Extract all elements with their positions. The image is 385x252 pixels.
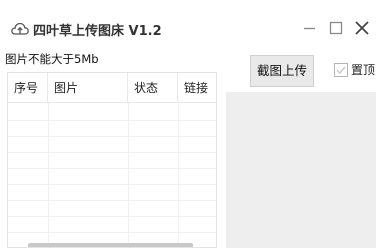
column-divider <box>128 103 129 243</box>
column-header-image[interactable]: 图片 <box>48 73 128 103</box>
row-divider <box>8 200 216 201</box>
screenshot-upload-button[interactable]: 截图上传 <box>250 55 314 87</box>
cloud-upload-icon <box>10 19 30 39</box>
upload-list-table[interactable]: 序号 图片 状态 链接 <box>7 72 217 248</box>
always-on-top-label: 置顶 <box>351 63 376 77</box>
table-header: 序号 图片 状态 链接 <box>8 73 216 103</box>
row-divider <box>8 120 216 121</box>
image-preview-area <box>226 92 376 248</box>
check-mark-icon <box>336 66 346 74</box>
row-divider <box>8 168 216 169</box>
column-header-status[interactable]: 状态 <box>128 73 178 103</box>
always-on-top-checkbox[interactable] <box>334 62 348 77</box>
row-divider <box>8 216 216 217</box>
column-header-index[interactable]: 序号 <box>8 73 48 103</box>
always-on-top-toggle[interactable]: 置顶 <box>334 61 375 78</box>
maximize-icon <box>329 21 343 35</box>
minimize-icon <box>304 27 315 30</box>
column-divider <box>178 103 179 243</box>
row-divider <box>8 184 216 185</box>
close-icon <box>355 21 369 35</box>
close-button[interactable] <box>352 18 372 38</box>
column-header-link[interactable]: 链接 <box>178 73 216 103</box>
size-limit-note: 图片不能大于5Mb <box>5 52 99 66</box>
row-divider <box>8 152 216 153</box>
maximize-button[interactable] <box>326 18 346 38</box>
column-divider <box>48 103 49 243</box>
row-divider <box>8 232 216 233</box>
window-title: 四叶草上传图床 V1.2 <box>33 24 162 39</box>
row-divider <box>8 136 216 137</box>
horizontal-scrollbar[interactable] <box>28 243 193 247</box>
minimize-button[interactable] <box>300 18 320 38</box>
title-bar: 四叶草上传图床 V1.2 <box>0 0 385 45</box>
